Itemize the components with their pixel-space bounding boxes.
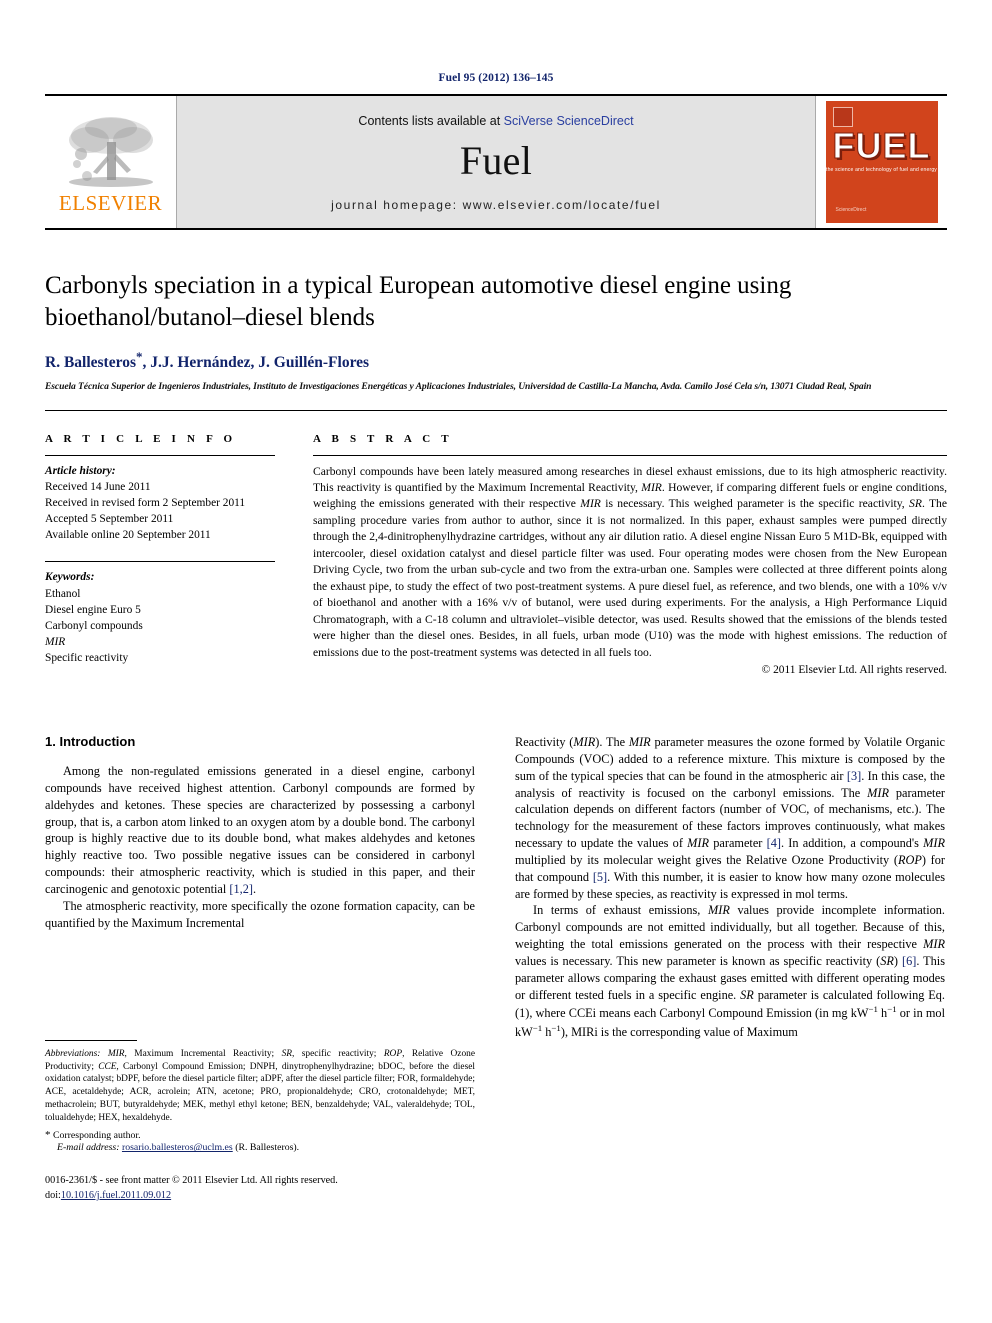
history-item: Accepted 5 September 2011 — [45, 513, 174, 526]
footnote-area: Abbreviations: MIR, Maximum Incremental … — [45, 1039, 475, 1204]
email-note: E-mail address: rosario.ballesteros@uclm… — [45, 1142, 475, 1153]
abbreviations-label: Abbreviations: — [45, 1048, 101, 1059]
article-history: Article history: Received 14 June 2011 R… — [45, 463, 275, 544]
body-columns: 1. Introduction Among the non-regulated … — [45, 734, 947, 1204]
header-divider — [45, 409, 947, 411]
intro-paragraph-4: In terms of exhaust emissions, MIR value… — [515, 903, 946, 1040]
issn-block: 0016-2361/$ - see front matter © 2011 El… — [45, 1174, 475, 1204]
abstract-rule — [313, 454, 947, 456]
keyword-item: Specific reactivity — [45, 652, 129, 665]
intro-paragraph-3: Reactivity (MIR). The MIR parameter meas… — [515, 734, 946, 901]
abstract-text: Carbonyl compounds have been lately meas… — [313, 464, 947, 659]
authors-text: R. Ballesteros*, J.J. Hernández, J. Guil… — [45, 349, 370, 372]
citation-ref[interactable]: [1,2] — [229, 882, 253, 896]
email-suffix: (R. Ballesteros). — [235, 1142, 300, 1154]
title-block: Carbonyls speciation in a typical Europe… — [45, 270, 947, 395]
keywords-rule — [45, 561, 275, 563]
author-list: R. Ballesteros*, J.J. Hernández, J. Guil… — [45, 349, 947, 372]
article-info-heading: A R T I C L E I N F O — [45, 432, 237, 445]
body-column-right: Reactivity (MIR). The MIR parameter meas… — [515, 734, 945, 1204]
citation-ref[interactable]: [5] — [593, 870, 607, 884]
email-label: E-mail address: — [57, 1142, 120, 1154]
article-history-label: Article history: — [45, 464, 116, 477]
elsevier-wordmark: ELSEVIER — [58, 191, 163, 215]
sciencedirect-link[interactable]: SciVerse ScienceDirect — [504, 114, 634, 128]
abstract-column: A B S T R A C T Carbonyl compounds have … — [313, 433, 947, 676]
elsevier-tree-icon — [68, 117, 153, 187]
affiliation: Escuela Técnica Superior de Ingenieros I… — [45, 381, 872, 393]
corresponding-asterisk-icon: * — [135, 349, 143, 364]
issn-line: 0016-2361/$ - see front matter © 2011 El… — [45, 1175, 338, 1187]
citation-ref[interactable]: [3] — [847, 769, 861, 783]
contents-prefix: Contents lists available at — [358, 114, 504, 128]
journal-masthead: ELSEVIER Contents lists available at Sci… — [45, 94, 947, 230]
cover-title: FUEL — [832, 125, 931, 167]
email-link[interactable]: rosario.ballesteros@uclm.es — [122, 1142, 233, 1153]
journal-title: Fuel — [459, 138, 533, 183]
abstract-heading: A B S T R A C T — [313, 432, 453, 445]
keywords-label: Keywords: — [45, 571, 95, 584]
keyword-item: Carbonyl compounds — [45, 620, 143, 633]
asterisk-icon: * — [45, 1129, 51, 1142]
article-info-column: A R T I C L E I N F O Article history: R… — [45, 433, 275, 676]
history-item: Received 14 June 2011 — [45, 480, 151, 493]
page-title: Carbonyls speciation in a typical Europe… — [45, 272, 792, 331]
doi-line: doi:10.1016/j.fuel.2011.09.012 — [45, 1189, 475, 1204]
article-page: Fuel 95 (2012) 136–145 ELSEVIER Contents… — [0, 0, 992, 1323]
footnote-divider — [45, 1039, 137, 1041]
info-abstract-section: A R T I C L E I N F O Article history: R… — [45, 433, 947, 676]
body-column-left: 1. Introduction Among the non-regulated … — [45, 734, 475, 1204]
corresponding-author-text: Corresponding author. — [52, 1130, 141, 1142]
abstract-copyright: © 2011 Elsevier Ltd. All rights reserved… — [761, 663, 947, 676]
history-item: Available online 20 September 2011 — [45, 529, 211, 542]
cover-elsevier-mini-logo — [832, 107, 853, 127]
abbreviations-footnote: Abbreviations: MIR, Maximum Incremental … — [45, 1048, 475, 1125]
cover-subtitle: the science and technology of fuel and e… — [825, 167, 938, 173]
corresponding-author-note: * Corresponding author. — [45, 1129, 475, 1141]
keyword-item: Ethanol — [45, 587, 81, 600]
intro-paragraph-1: Among the non-regulated emissions genera… — [45, 763, 475, 896]
intro-paragraph-2: The atmospheric reactivity, more specifi… — [45, 898, 475, 930]
journal-cover-thumbnail: FUEL the science and technology of fuel … — [816, 96, 947, 228]
keywords-block: Keywords: Ethanol Diesel engine Euro 5 C… — [45, 569, 275, 666]
doi-link[interactable]: 10.1016/j.fuel.2011.09.012 — [61, 1190, 171, 1201]
elsevier-logo: ELSEVIER — [45, 96, 176, 228]
article-info-rule — [45, 454, 275, 456]
history-item: Received in revised form 2 September 201… — [45, 496, 246, 509]
journal-homepage[interactable]: journal homepage: www.elsevier.com/locat… — [331, 198, 661, 212]
masthead-center: Contents lists available at SciVerse Sci… — [176, 96, 816, 228]
citation-ref[interactable]: [6] — [902, 954, 916, 968]
abbreviations-text: MIR, Maximum Incremental Reactivity; SR,… — [45, 1048, 475, 1123]
running-head: Fuel 95 (2012) 136–145 — [438, 72, 554, 84]
citation-ref[interactable]: [4] — [767, 836, 781, 850]
keyword-item: Diesel engine Euro 5 — [45, 603, 141, 616]
fuel-cover-image: FUEL the science and technology of fuel … — [825, 101, 938, 223]
doi-label: doi: — [45, 1190, 61, 1202]
contents-available-line: Contents lists available at SciVerse Sci… — [358, 114, 633, 128]
keyword-item: MIR — [45, 636, 66, 649]
section-heading-introduction: 1. Introduction — [45, 733, 136, 749]
cover-footer: ScienceDirect — [835, 207, 867, 213]
